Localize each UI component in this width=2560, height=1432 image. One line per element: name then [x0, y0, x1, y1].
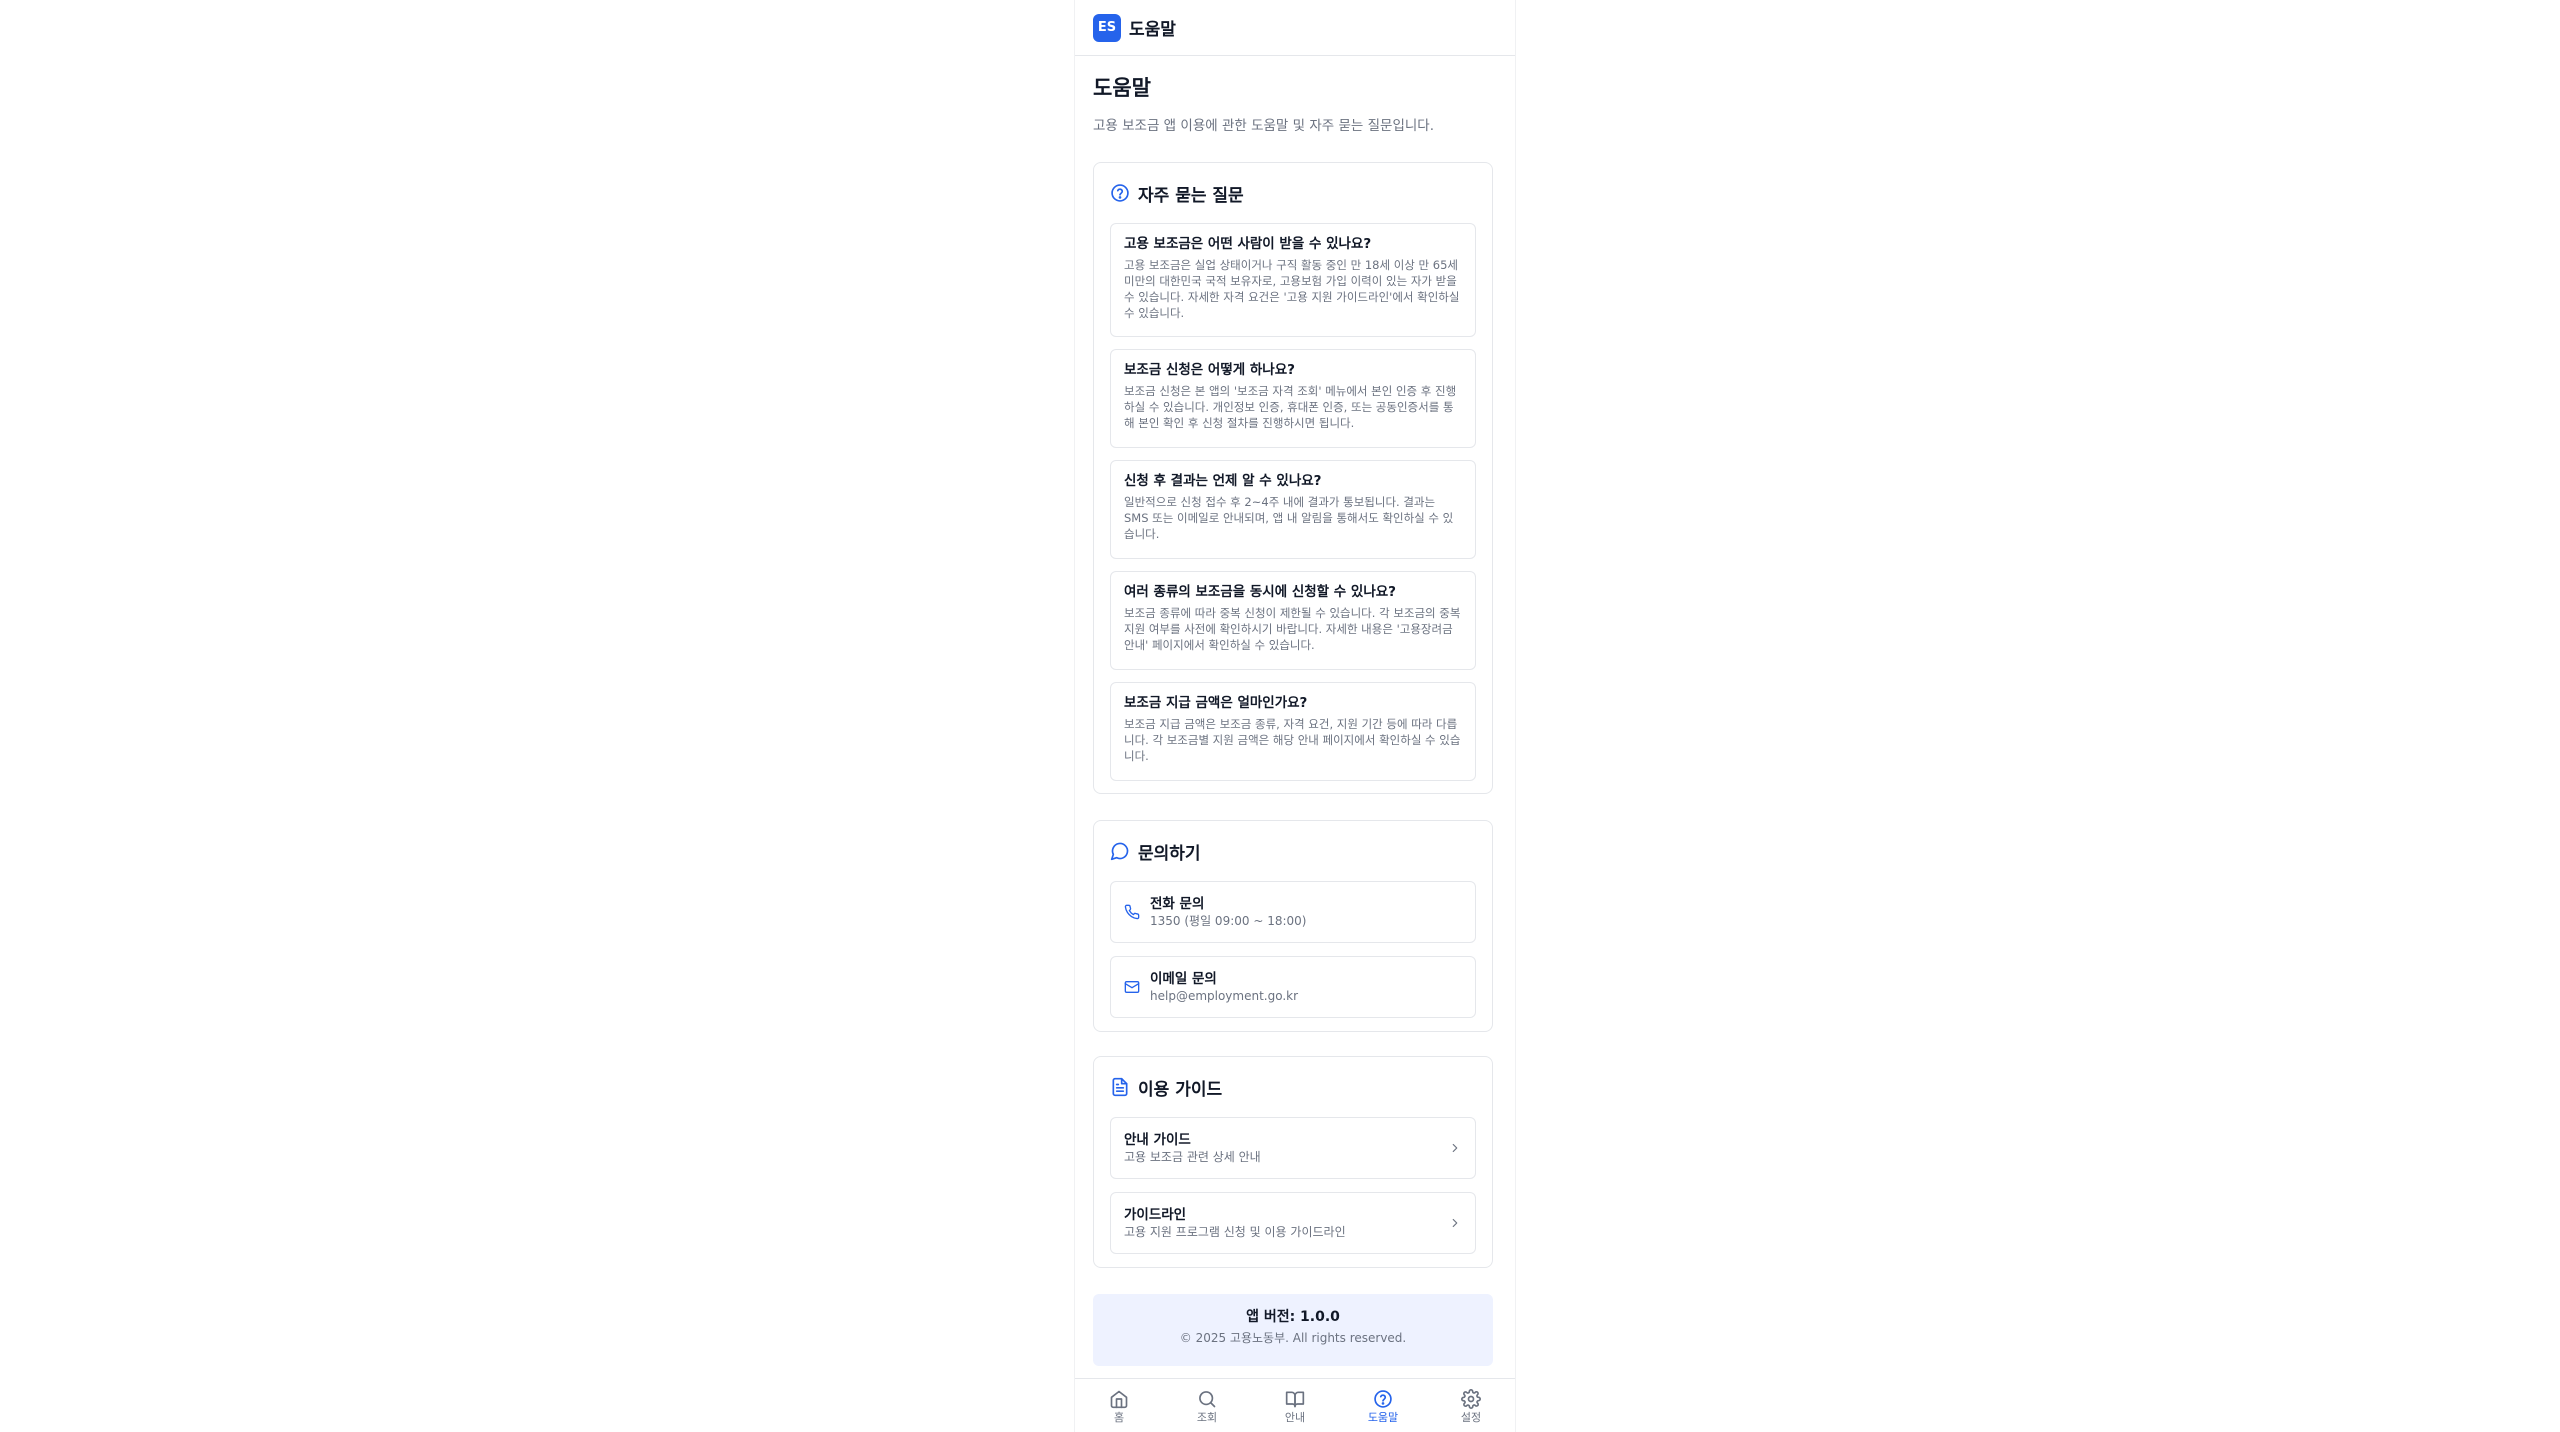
guide-item-title: 안내 가이드 — [1124, 1132, 1191, 1148]
help-icon — [1374, 1390, 1392, 1408]
guide-item-info[interactable]: 안내 가이드 고용 보조금 관련 상세 안내 — [1110, 1117, 1476, 1179]
email-contact-item[interactable]: 이메일 문의 help@employment.go.kr — [1110, 956, 1476, 1018]
page-description: 고용 보조금 앱 이용에 관한 도움말 및 자주 묻는 질문입니다. — [1093, 118, 1434, 134]
app-header: ES 도움말 — [1075, 0, 1515, 56]
faq-card-header: 자주 묻는 질문 — [1110, 163, 1476, 223]
header-title: 도움말 — [1129, 20, 1176, 40]
faq-item[interactable]: 여러 종류의 보조금을 동시에 신청할 수 있나요? 보조금 종류에 따라 중복… — [1110, 571, 1476, 670]
gear-icon — [1461, 1389, 1481, 1409]
nav-item-guide[interactable]: 안내 — [1251, 1379, 1339, 1432]
faq-answer: 보조금 신청은 본 앱의 '보조금 자격 조회' 메뉴에서 본인 인증 후 진행… — [1124, 384, 1457, 430]
faq-answer: 일반적으로 신청 접수 후 2~4주 내에 결과가 통보됩니다. 결과는 SMS… — [1124, 495, 1454, 541]
faq-question: 보조금 신청은 어떻게 하나요? — [1124, 362, 1295, 378]
email-contact-address: help@employment.go.kr — [1150, 989, 1299, 1003]
app-window: ES 도움말 도움말 고용 보조금 앱 이용에 관한 도움말 및 자주 묻는 질… — [1074, 0, 1516, 1432]
faq-answer: 고용 보조금은 실업 상태이거나 구직 활동 중인 만 18세 이상 만 65세… — [1124, 258, 1460, 320]
search-icon — [1199, 1391, 1216, 1408]
nav-label-search: 조회 — [1196, 1411, 1218, 1424]
app-version: 앱 버전: 1.0.0 — [1246, 1309, 1340, 1325]
faq-item[interactable]: 신청 후 결과는 언제 알 수 있나요? 일반적으로 신청 접수 후 2~4주 … — [1110, 460, 1476, 559]
phone-contact-item[interactable]: 전화 문의 1350 (평일 09:00 ~ 18:00) — [1110, 881, 1476, 943]
email-contact-text: 이메일 문의 help@employment.go.kr — [1150, 970, 1298, 1004]
home-icon — [1110, 1390, 1128, 1409]
faq-question: 신청 후 결과는 언제 알 수 있나요? — [1124, 473, 1322, 489]
book-icon — [1285, 1391, 1305, 1408]
app-logo[interactable]: ES — [1093, 13, 1121, 42]
nav-item-home[interactable]: 홈 — [1075, 1379, 1163, 1432]
email-contact-title: 이메일 문의 — [1150, 971, 1217, 987]
copyright: © 2025 고용노동부. All rights reserved. — [1179, 1331, 1407, 1345]
phone-contact-text: 전화 문의 1350 (평일 09:00 ~ 18:00) — [1150, 895, 1306, 929]
faq-item[interactable]: 고용 보조금은 어떤 사람이 받을 수 있나요? 고용 보조금은 실업 상태이거… — [1110, 223, 1476, 337]
faq-question: 여러 종류의 보조금을 동시에 신청할 수 있나요? — [1124, 584, 1397, 600]
bottom-nav: 홈 조회 안내 도움말 설정 — [1075, 1378, 1515, 1432]
guide-item-title: 가이드라인 — [1124, 1207, 1187, 1223]
chat-bubble-icon — [1110, 842, 1129, 861]
phone-contact-number: 1350 (평일 09:00 ~ 18:00) — [1150, 914, 1307, 928]
nav-label-guide: 안내 — [1284, 1411, 1306, 1424]
faq-item[interactable]: 보조금 신청은 어떻게 하나요? 보조금 신청은 본 앱의 '보조금 자격 조회… — [1110, 349, 1476, 448]
nav-label-settings: 설정 — [1460, 1411, 1482, 1424]
main-content: 도움말 고용 보조금 앱 이용에 관한 도움말 및 자주 묻는 질문입니다. 자… — [1093, 56, 1493, 1366]
contact-title: 문의하기 — [1138, 843, 1201, 864]
faq-item[interactable]: 보조금 지급 금액은 얼마인가요? 보조금 지급 금액은 보조금 종류, 자격 … — [1110, 682, 1476, 781]
nav-label-help: 도움말 — [1367, 1411, 1399, 1424]
faq-question: 보조금 지급 금액은 얼마인가요? — [1124, 695, 1308, 711]
contact-card: 문의하기 전화 문의 1350 (평일 09:00 ~ 18:00) 이메일 문… — [1093, 820, 1493, 1032]
question-circle-icon — [1111, 184, 1129, 202]
guide-item-subtitle: 고용 지원 프로그램 신청 및 이용 가이드라인 — [1124, 1225, 1346, 1239]
nav-label-home: 홈 — [1113, 1411, 1125, 1424]
faq-title: 자주 묻는 질문 — [1138, 185, 1244, 206]
faq-card: 자주 묻는 질문 고용 보조금은 어떤 사람이 받을 수 있나요? 고용 보조금… — [1093, 162, 1493, 794]
mail-icon — [1124, 981, 1140, 993]
version-box: 앱 버전: 1.0.0 © 2025 고용노동부. All rights res… — [1093, 1294, 1493, 1366]
guide-card: 이용 가이드 안내 가이드 고용 보조금 관련 상세 안내 가이드라인 고용 지… — [1093, 1056, 1493, 1268]
guide-card-header: 이용 가이드 — [1110, 1057, 1476, 1117]
faq-question: 고용 보조금은 어떤 사람이 받을 수 있나요? — [1124, 236, 1372, 252]
faq-answer: 보조금 지급 금액은 보조금 종류, 자격 요건, 지원 기간 등에 따라 다릅… — [1124, 717, 1461, 763]
nav-item-help[interactable]: 도움말 — [1339, 1379, 1427, 1432]
document-icon — [1112, 1077, 1128, 1097]
nav-item-search[interactable]: 조회 — [1163, 1379, 1251, 1432]
contact-card-header: 문의하기 — [1110, 821, 1476, 881]
guide-title: 이용 가이드 — [1138, 1079, 1223, 1100]
chevron-right-icon — [1452, 1218, 1458, 1228]
faq-answer: 보조금 종류에 따라 중복 신청이 제한될 수 있습니다. 각 보조금의 중복 … — [1124, 606, 1461, 652]
phone-contact-title: 전화 문의 — [1150, 896, 1205, 912]
guide-item-text: 가이드라인 고용 지원 프로그램 신청 및 이용 가이드라인 — [1124, 1206, 1346, 1240]
phone-icon — [1124, 904, 1140, 920]
chevron-right-icon — [1452, 1143, 1458, 1153]
guide-item-subtitle: 고용 보조금 관련 상세 안내 — [1124, 1150, 1261, 1164]
guide-item-guideline[interactable]: 가이드라인 고용 지원 프로그램 신청 및 이용 가이드라인 — [1110, 1192, 1476, 1254]
nav-item-settings[interactable]: 설정 — [1427, 1379, 1515, 1432]
page-title: 도움말 — [1093, 76, 1151, 100]
guide-item-text: 안내 가이드 고용 보조금 관련 상세 안내 — [1124, 1131, 1261, 1165]
